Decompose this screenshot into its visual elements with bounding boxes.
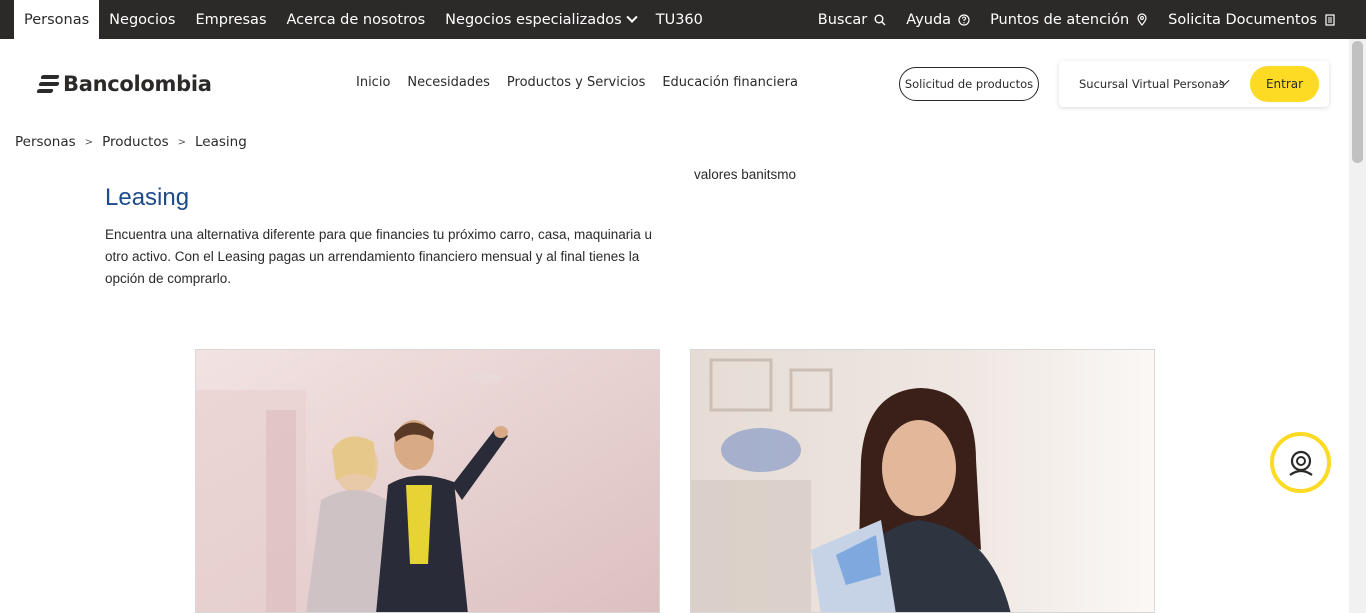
logo-mark-icon [36, 74, 60, 94]
breadcrumb: Personas > Productos > Leasing [15, 134, 247, 150]
entrar-button[interactable]: Entrar [1250, 66, 1319, 102]
tab-label: Negocios [109, 11, 176, 28]
entrar-label: Entrar [1265, 77, 1304, 91]
bancolombia-logo[interactable]: Bancolombia [36, 72, 212, 96]
couple-photo [196, 350, 659, 612]
product-card-image-house[interactable] [195, 349, 660, 613]
tab-tu360[interactable]: TU360 [646, 0, 713, 39]
woman-store-photo [691, 350, 1154, 612]
nav-necesidades[interactable]: Necesidades [407, 75, 490, 90]
tab-label: Personas [24, 11, 90, 28]
tab-label: Acerca de nosotros [286, 11, 426, 28]
utility-links: Buscar Ayuda Puntos de atención Solicita… [798, 0, 1336, 39]
tab-negocios-especializados[interactable]: Negocios especializados [435, 0, 646, 39]
nav-educacion-financiera[interactable]: Educación financiera [662, 75, 798, 90]
tab-label: Negocios especializados [445, 11, 622, 28]
page-title: Leasing [105, 184, 190, 211]
solicitud-label: Solicitud de productos [904, 77, 1034, 91]
solicitud-productos-button[interactable]: Solicitud de productos [899, 67, 1039, 101]
puntos-atencion-link[interactable]: Puntos de atención [990, 12, 1148, 28]
puntos-label: Puntos de atención [990, 11, 1130, 28]
chat-agent-icon [1288, 450, 1313, 476]
nav-productos-servicios[interactable]: Productos y Servicios [507, 75, 645, 90]
solicita-documentos-link[interactable]: Solicita Documentos [1168, 12, 1336, 28]
ayuda-label: Ayuda [906, 11, 952, 28]
sucursal-select[interactable]: Sucursal Virtual Personas [1079, 77, 1225, 91]
help-icon [958, 13, 970, 26]
sucursal-virtual-box: Sucursal Virtual Personas Entrar [1059, 61, 1329, 107]
chevron-down-icon [626, 11, 638, 23]
hero-image: valores banitsmo [690, 166, 796, 182]
buscar-link[interactable]: Buscar [818, 12, 887, 28]
page-scrollbar[interactable] [1349, 39, 1366, 613]
chat-assistant-button[interactable] [1270, 432, 1331, 493]
broken-image-icon [690, 166, 692, 182]
tab-label: Empresas [195, 11, 267, 28]
logo-text: Bancolombia [63, 72, 212, 96]
main-nav: Inicio Necesidades Productos y Servicios… [356, 75, 815, 90]
breadcrumb-productos[interactable]: Productos [102, 134, 169, 150]
breadcrumb-separator: > [177, 136, 187, 148]
main-header: Bancolombia Inicio Necesidades Productos… [0, 39, 1349, 129]
tab-acerca[interactable]: Acerca de nosotros [277, 0, 436, 39]
segment-tabs: Personas Negocios Empresas Acerca de nos… [14, 0, 713, 39]
location-pin-icon [1136, 13, 1148, 26]
tab-negocios[interactable]: Negocios [99, 0, 185, 39]
documentos-label: Solicita Documentos [1168, 11, 1317, 28]
breadcrumb-personas[interactable]: Personas [15, 134, 76, 150]
product-card-image-store[interactable] [690, 349, 1155, 613]
tab-empresas[interactable]: Empresas [185, 0, 276, 39]
top-bar: Personas Negocios Empresas Acerca de nos… [0, 0, 1366, 39]
page-description: Encuentra una alternativa diferente para… [105, 227, 653, 286]
search-icon [874, 14, 886, 26]
breadcrumb-leasing: Leasing [195, 134, 247, 150]
scrollbar-thumb[interactable] [1352, 41, 1363, 163]
tab-label: TU360 [655, 11, 703, 28]
tab-personas[interactable]: Personas [14, 0, 100, 39]
document-icon [1324, 13, 1336, 26]
hero-image-alt: valores banitsmo [694, 166, 797, 182]
buscar-label: Buscar [817, 11, 868, 28]
nav-inicio[interactable]: Inicio [356, 75, 390, 90]
breadcrumb-separator: > [84, 136, 94, 148]
ayuda-link[interactable]: Ayuda [906, 12, 970, 28]
